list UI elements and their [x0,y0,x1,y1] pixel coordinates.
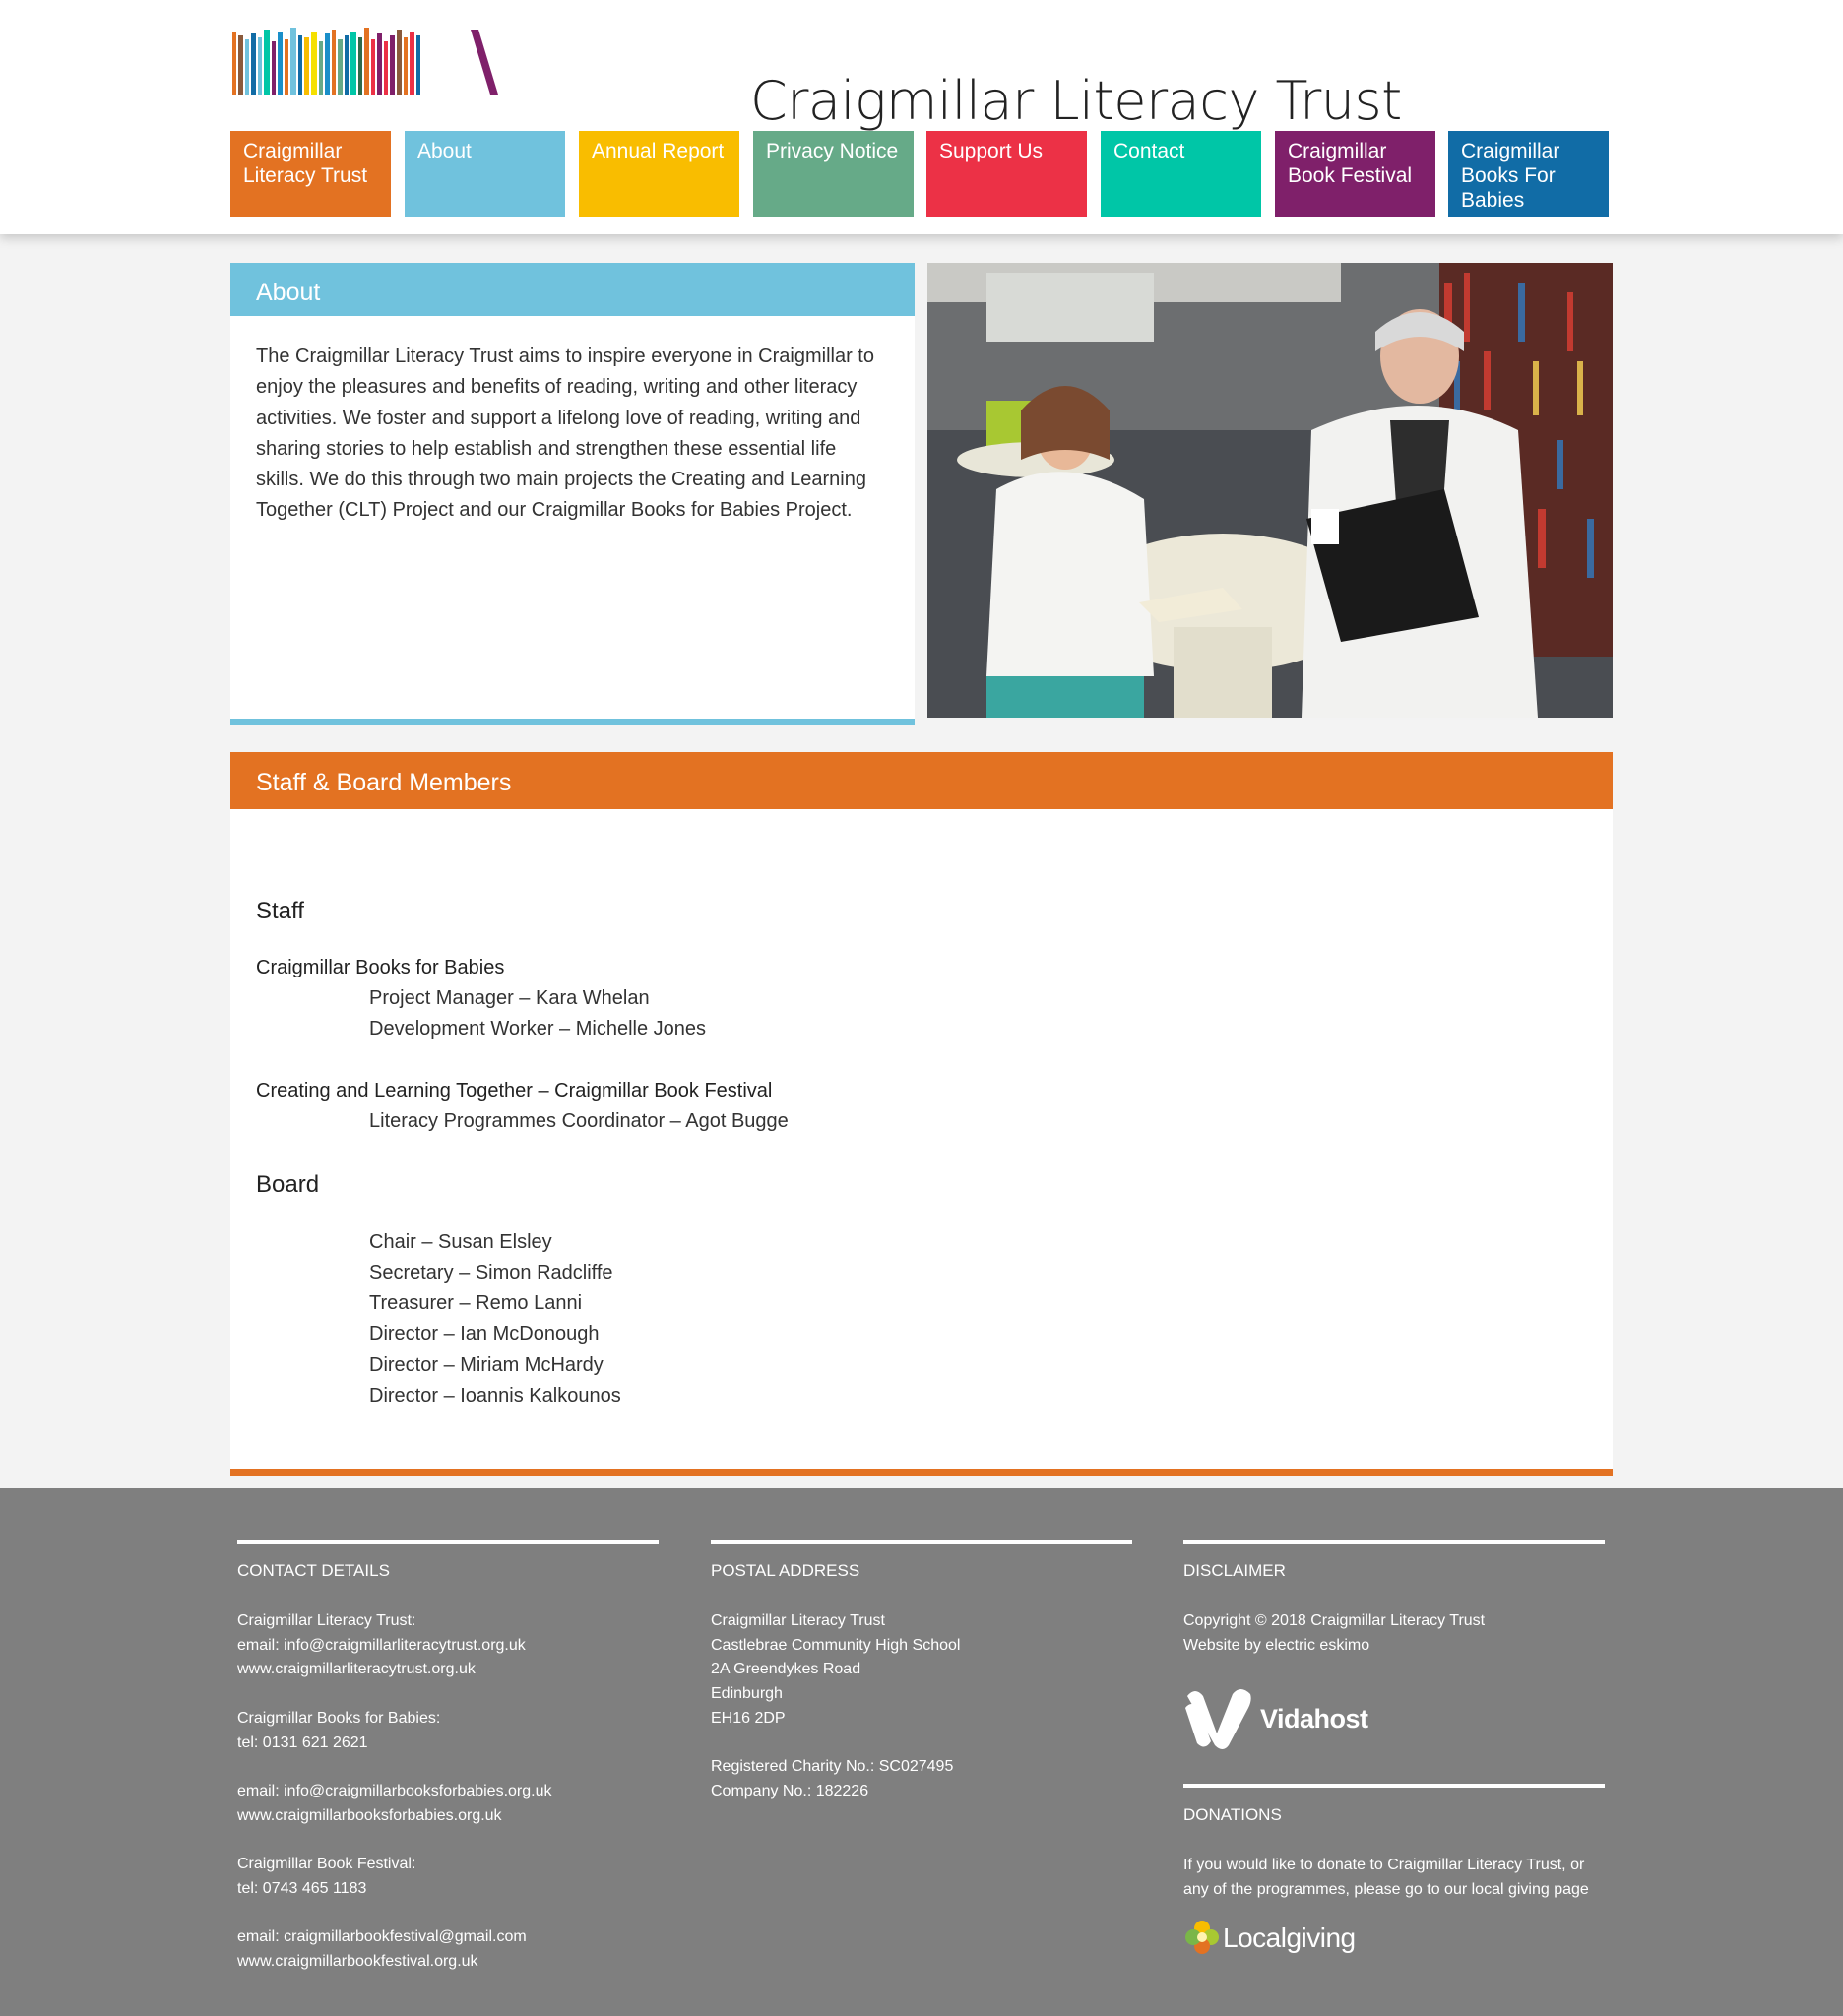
about-photo [927,263,1613,718]
postal-heading: POSTAL ADDRESS [711,1561,860,1580]
about-panel: About The Craigmillar Literacy Trust aim… [230,263,915,725]
clt-title: Creating and Learning Together – Craigmi… [256,1080,773,1102]
contact-line: Craigmillar Literacy Trust: [237,1612,416,1629]
board-line: Secretary – Simon Radcliffe [369,1262,613,1284]
postal-line: EH16 2DP [711,1709,786,1727]
localgiving-label: Localgiving [1223,1922,1356,1953]
localgiving-logo[interactable]: Localgiving [1183,1919,1605,1958]
site-logo[interactable]: Craigmillar Literacy Trust [230,26,1402,132]
contact-line: Craigmillar Books for Babies: [237,1709,441,1727]
disclaimer-text: Copyright © 2018 Craigmillar Literacy Tr… [1183,1609,1605,1658]
staff-subheading: Staff [256,898,304,924]
contact-website-link[interactable]: www.craigmillarbooksforbabies.org.uk [237,1804,659,1829]
contact-line [237,1755,659,1780]
footer-postal-column: POSTAL ADDRESS Craigmillar Literacy Trus… [711,1540,1132,1804]
library-scene-image [927,263,1613,718]
contact-line [237,1682,659,1707]
staff-line: Project Manager – Kara Whelan [369,987,650,1009]
board-line: Director – Miriam McHardy [369,1354,604,1376]
footer-rule [711,1540,1132,1544]
books-logo-icon [232,28,498,94]
board-line: Treasurer – Remo Lanni [369,1292,583,1314]
contact-website-link[interactable]: www.craigmillarliteracytrust.org.uk [237,1658,659,1682]
contact-line [237,1901,659,1925]
vidahost-logo[interactable]: Vidahost [1183,1686,1605,1755]
contact-email-link[interactable]: email: craigmillarbookfestival@gmail.com [237,1925,659,1950]
donations-text: If you would like to donate to Craigmill… [1183,1854,1605,1902]
footer-contact-column: CONTACT DETAILS Craigmillar Literacy Tru… [237,1540,659,1974]
footer-rule [1183,1784,1605,1789]
nav-item-craigmillar-literacy-trust[interactable]: Craigmillar Literacy Trust [230,131,391,217]
staff-bottom-bar [230,1469,1613,1476]
contact-line: tel: 0743 465 1183 [237,1879,367,1897]
contact-email-link[interactable]: email: info@craigmillarliteracytrust.org… [237,1634,659,1659]
postal-address: Craigmillar Literacy Trust Castlebrae Co… [711,1609,1132,1804]
staff-heading: Staff & Board Members [230,752,1613,809]
contact-website-link[interactable]: www.craigmillarbookfestival.org.uk [237,1950,659,1975]
board-line: Chair – Susan Elsley [369,1231,552,1253]
contact-heading: CONTACT DETAILS [237,1561,390,1580]
contact-line: Craigmillar Book Festival: [237,1855,416,1872]
vidahost-label: Vidahost [1260,1704,1368,1734]
postal-line: Castlebrae Community High School [711,1636,961,1654]
about-bottom-bar [230,719,915,725]
contact-line: tel: 0131 621 2621 [237,1733,368,1751]
nav-item-annual-report[interactable]: Annual Report [579,131,739,217]
contact-line [237,1828,659,1853]
staff-line: Development Worker – Michelle Jones [369,1018,707,1040]
nav-item-book-festival[interactable]: Craigmillar Book Festival [1275,131,1435,217]
site-footer: CONTACT DETAILS Craigmillar Literacy Tru… [0,1488,1843,2016]
about-text: The Craigmillar Literacy Trust aims to i… [256,346,874,522]
disclaimer-heading: DISCLAIMER [1183,1561,1286,1580]
main-nav: Craigmillar Literacy Trust About Annual … [230,131,1611,217]
postal-line: Registered Charity No.: SC027495 [711,1758,954,1776]
donations-line: If you would like to donate to Craigmill… [1183,1857,1585,1874]
postal-line: 2A Greendykes Road [711,1661,861,1678]
staff-panel: Staff & Board Members Staff Craigmillar … [230,752,1613,1476]
footer-disclaimer-column: DISCLAIMER Copyright © 2018 Craigmillar … [1183,1540,1605,1958]
donations-heading: DONATIONS [1183,1805,1282,1825]
postal-line: Craigmillar Literacy Trust [711,1612,885,1629]
vidahost-icon [1185,1689,1251,1750]
board-line: Director – Ian McDonough [369,1323,600,1345]
nav-item-support-us[interactable]: Support Us [926,131,1087,217]
nav-item-books-for-babies[interactable]: Craigmillar Books For Babies [1448,131,1609,217]
credit-link[interactable]: Website by electric eskimo [1183,1634,1605,1659]
footer-rule [237,1540,659,1544]
board-subheading: Board [256,1171,320,1198]
copyright-line: Copyright © 2018 Craigmillar Literacy Tr… [1183,1612,1486,1629]
site-title[interactable]: Craigmillar Literacy Trust [750,69,1402,134]
donations-line: any of the programmes, please go to our … [1183,1881,1589,1899]
staff-line: Literacy Programmes Coordinator – Agot B… [369,1110,789,1132]
footer-rule [1183,1540,1605,1544]
books-for-babies-title: Craigmillar Books for Babies [256,957,505,978]
contact-email-link[interactable]: email: info@craigmillarbooksforbabies.or… [237,1780,659,1804]
localgiving-flower-icon [1185,1920,1219,1954]
about-heading: About [230,263,915,316]
postal-line [711,1732,1132,1756]
postal-line: Edinburgh [711,1685,783,1703]
postal-line: Company No.: 182226 [711,1782,869,1799]
site-header: Craigmillar Literacy Trust Craigmillar L… [0,0,1843,234]
nav-item-contact[interactable]: Contact [1101,131,1261,217]
nav-item-about[interactable]: About [405,131,565,217]
contact-details: Craigmillar Literacy Trust: email: info@… [237,1609,659,1974]
board-line: Director – Ioannis Kalkounos [369,1385,621,1407]
nav-item-privacy-notice[interactable]: Privacy Notice [753,131,914,217]
